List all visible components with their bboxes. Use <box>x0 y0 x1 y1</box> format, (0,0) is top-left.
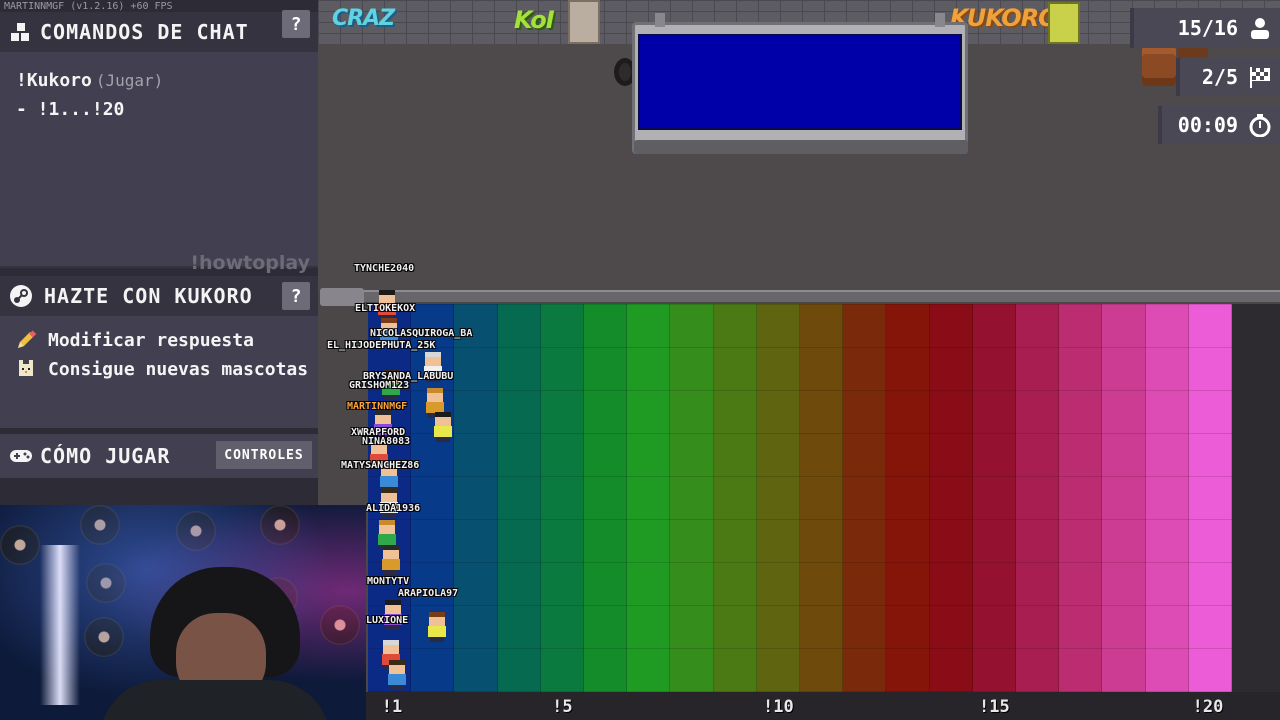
pet-icon <box>14 357 38 381</box>
round-count: 2/5 <box>1201 65 1238 89</box>
timer-value: 00:09 <box>1177 113 1238 137</box>
player-name-label: GRISHOM123 <box>349 380 410 391</box>
player-name-label: MARTINNMGF <box>347 401 408 412</box>
player-avatar <box>380 545 402 575</box>
command-text: !Kukoro <box>16 70 92 91</box>
kukoro-header: HAZTE CON KUKORO ? <box>0 276 318 316</box>
player-name-label: NINA8083 <box>362 436 411 447</box>
kukoro-title: HAZTE CON KUKORO <box>44 284 253 308</box>
player-name-label: MATYSANCHEZ86 <box>341 460 420 471</box>
webcam-overlay <box>0 505 366 720</box>
players-count-box: 15/16 <box>1130 8 1280 48</box>
round-count-box: 2/5 <box>1176 58 1280 96</box>
version-text: MARTINNMGF (v1.2.16) +60 FPS <box>4 1 173 12</box>
feature-row-pets: Consigue nuevas mascotas <box>14 357 308 381</box>
feature-label: Consigue nuevas mascotas <box>48 358 309 380</box>
chat-commands-header: COMANDOS DE CHAT ? <box>0 10 318 52</box>
player-avatar <box>386 660 408 690</box>
stopwatch-icon <box>1248 113 1272 137</box>
kukoro-help-button[interactable]: ? <box>282 282 310 310</box>
player-name-label: ARAPIOLA97 <box>398 588 459 599</box>
chat-commands-card: COMANDOS DE CHAT ? !Kukoro (Jugar) - !1..… <box>0 10 318 274</box>
player-name-label: MONTYTV <box>367 576 410 587</box>
howtoplay-hint: !howtoplay <box>190 252 310 274</box>
command-note: (Jugar) <box>95 71 164 90</box>
player-name-label: ALIDA1936 <box>366 503 421 514</box>
steam-icon <box>8 283 34 309</box>
gamepad-icon <box>8 443 34 469</box>
how-to-play-title: CÓMO JUGAR <box>40 444 171 468</box>
command-range: - !1...!20 <box>16 99 125 120</box>
players-count: 15/16 <box>1177 16 1238 40</box>
chat-commands-title: COMANDOS DE CHAT <box>40 20 249 44</box>
player-name-label: LUXIONE <box>366 615 409 626</box>
controls-button[interactable]: CONTROLES <box>216 441 312 469</box>
player-avatar <box>426 612 448 642</box>
person-icon <box>1248 16 1272 40</box>
feature-row-modify: Modificar respuesta <box>14 328 254 352</box>
player-name-label: ELTIOKEKOX <box>355 303 416 314</box>
left-panel: MARTINNMGF (v1.2.16) +60 FPS COMANDOS DE… <box>0 0 318 505</box>
webcam-lamp <box>40 545 80 705</box>
player-name-label: TYNCHE2040 <box>354 263 415 274</box>
streamer-body <box>100 680 330 720</box>
pencil-icon <box>14 328 38 352</box>
chat-commands-help-button[interactable]: ? <box>282 10 310 38</box>
timer-box: 00:09 <box>1158 106 1280 144</box>
blocks-icon <box>8 19 34 45</box>
player-avatar <box>432 412 454 442</box>
kukoro-card: HAZTE CON KUKORO ? Modificar respuesta C… <box>0 276 318 428</box>
checkered-flag-icon <box>1248 65 1272 89</box>
command-line: !Kukoro (Jugar) <box>16 70 163 91</box>
player-name-label: EL_HIJODEPHUTA_25K <box>327 340 436 351</box>
feature-label: Modificar respuesta <box>48 329 254 351</box>
player-name-label: NICOLASQUIROGA_BA <box>370 328 473 339</box>
